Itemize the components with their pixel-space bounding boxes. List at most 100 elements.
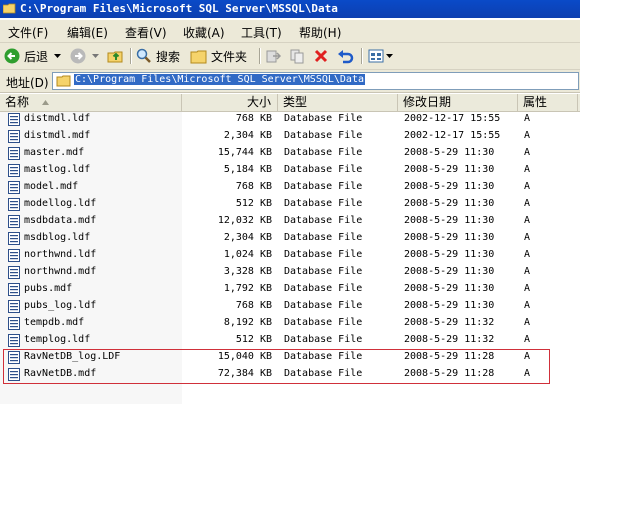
file-icon [8, 181, 20, 194]
file-modified: 2008-5-29 11:30 [404, 232, 495, 243]
file-modified: 2008-5-29 11:32 [404, 317, 495, 328]
file-type: Database File [284, 266, 363, 277]
file-name: mastlog.ldf [24, 164, 91, 175]
file-row[interactable]: msdbdata.mdf 12,032 KB Database File 200… [0, 213, 580, 230]
column-size[interactable]: 大小 [182, 94, 278, 111]
file-modified: 2008-5-29 11:30 [404, 266, 495, 277]
search-button[interactable]: 搜索 [136, 46, 180, 66]
column-attributes[interactable]: 属性 [518, 94, 578, 111]
column-attributes-label: 属性 [523, 95, 548, 109]
file-row[interactable]: templog.ldf 512 KB Database File 2008-5-… [0, 332, 580, 349]
undo-button[interactable] [337, 46, 354, 66]
chevron-down-icon[interactable] [54, 53, 62, 59]
file-name: distmdl.ldf [24, 113, 91, 124]
delete-button[interactable] [313, 46, 329, 66]
file-row[interactable]: northwnd.ldf 1,024 KB Database File 2008… [0, 247, 580, 264]
file-icon [8, 283, 20, 296]
file-row[interactable]: model.mdf 768 KB Database File 2008-5-29… [0, 179, 580, 196]
file-row[interactable]: distmdl.mdf 2,304 KB Database File 2002-… [0, 128, 580, 145]
file-icon [8, 164, 20, 177]
file-modified: 2008-5-29 11:30 [404, 198, 495, 209]
menu-tools[interactable]: 工具(T) [241, 24, 282, 41]
folders-label: 文件夹 [211, 49, 248, 64]
file-type: Database File [284, 249, 363, 260]
file-size: 8,192 KB [223, 317, 272, 328]
menu-favorites[interactable]: 收藏(A) [183, 24, 225, 41]
up-folder-icon [107, 51, 123, 63]
file-modified: 2008-5-29 11:30 [404, 300, 495, 311]
copy-to-button[interactable] [289, 46, 305, 66]
file-row[interactable]: tempdb.mdf 8,192 KB Database File 2008-5… [0, 315, 580, 332]
file-type: Database File [284, 300, 363, 311]
menu-file[interactable]: 文件(F) [8, 24, 48, 41]
file-size: 1,792 KB [223, 283, 272, 294]
file-size: 512 KB [235, 198, 272, 209]
move-to-icon [266, 50, 281, 63]
up-folder-button[interactable] [107, 46, 124, 66]
file-row[interactable]: modellog.ldf 512 KB Database File 2008-5… [0, 196, 580, 213]
chevron-down-icon[interactable] [386, 53, 393, 59]
file-type: Database File [284, 164, 363, 175]
file-size: 768 KB [235, 300, 272, 311]
file-name: northwnd.ldf [24, 249, 97, 260]
menu-help[interactable]: 帮助(H) [299, 24, 341, 41]
file-attributes: A [524, 181, 531, 192]
menu-bar: 文件(F) 编辑(E) 查看(V) 收藏(A) 工具(T) 帮助(H) [0, 20, 580, 43]
file-modified: 2008-5-29 11:32 [404, 334, 495, 345]
back-button[interactable]: 后退 [4, 46, 62, 66]
file-attributes: A [524, 215, 531, 226]
file-type: Database File [284, 283, 363, 294]
column-type-label: 类型 [283, 95, 308, 109]
chevron-down-icon[interactable] [92, 53, 99, 59]
views-button[interactable] [368, 46, 393, 66]
file-row[interactable]: mastlog.ldf 5,184 KB Database File 2008-… [0, 162, 580, 179]
forward-button[interactable] [70, 46, 99, 66]
file-row[interactable]: master.mdf 15,744 KB Database File 2008-… [0, 145, 580, 162]
file-icon [8, 232, 20, 245]
file-row[interactable]: distmdl.ldf 768 KB Database File 2002-12… [0, 111, 580, 128]
column-name[interactable]: 名称 [0, 94, 182, 111]
file-icon [8, 198, 20, 211]
file-icon [8, 130, 20, 143]
file-modified: 2002-12-17 15:55 [404, 130, 501, 141]
column-type[interactable]: 类型 [278, 94, 398, 111]
file-name: templog.ldf [24, 334, 91, 345]
views-grid-icon [368, 49, 384, 63]
file-type: Database File [284, 317, 363, 328]
folder-icon [3, 3, 16, 14]
move-to-button[interactable] [265, 46, 281, 66]
file-attributes: A [524, 283, 531, 294]
file-attributes: A [524, 266, 531, 277]
column-header: 名称 大小 类型 修改日期 属性 [0, 94, 580, 112]
back-arrow-icon [4, 48, 20, 64]
address-input[interactable]: C:\Program Files\Microsoft SQL Server\MS… [52, 72, 579, 90]
file-row[interactable]: northwnd.mdf 3,328 KB Database File 2008… [0, 264, 580, 281]
file-icon [8, 249, 20, 262]
file-name: northwnd.mdf [24, 266, 97, 277]
file-icon [8, 334, 20, 347]
file-modified: 2002-12-17 15:55 [404, 113, 501, 124]
menu-view[interactable]: 查看(V) [125, 24, 167, 41]
file-row[interactable]: pubs.mdf 1,792 KB Database File 2008-5-2… [0, 281, 580, 298]
file-icon [8, 113, 20, 126]
file-name: tempdb.mdf [24, 317, 85, 328]
file-size: 512 KB [235, 334, 272, 345]
file-size: 2,304 KB [223, 232, 272, 243]
menu-edit[interactable]: 编辑(E) [67, 24, 108, 41]
file-size: 15,744 KB [217, 147, 272, 158]
file-size: 768 KB [235, 181, 272, 192]
file-type: Database File [284, 181, 363, 192]
file-row[interactable]: pubs_log.ldf 768 KB Database File 2008-5… [0, 298, 580, 315]
toolbar-separator [259, 48, 260, 64]
toolbar: 后退 搜索 文件夹 [0, 43, 580, 70]
copy-to-icon [290, 49, 304, 64]
file-name: model.mdf [24, 181, 79, 192]
file-attributes: A [524, 113, 531, 124]
column-modified[interactable]: 修改日期 [398, 94, 518, 111]
file-type: Database File [284, 334, 363, 345]
file-type: Database File [284, 113, 363, 124]
file-name: pubs.mdf [24, 283, 73, 294]
file-row[interactable]: msdblog.ldf 2,304 KB Database File 2008-… [0, 230, 580, 247]
folders-button[interactable]: 文件夹 [190, 46, 247, 66]
file-attributes: A [524, 164, 531, 175]
